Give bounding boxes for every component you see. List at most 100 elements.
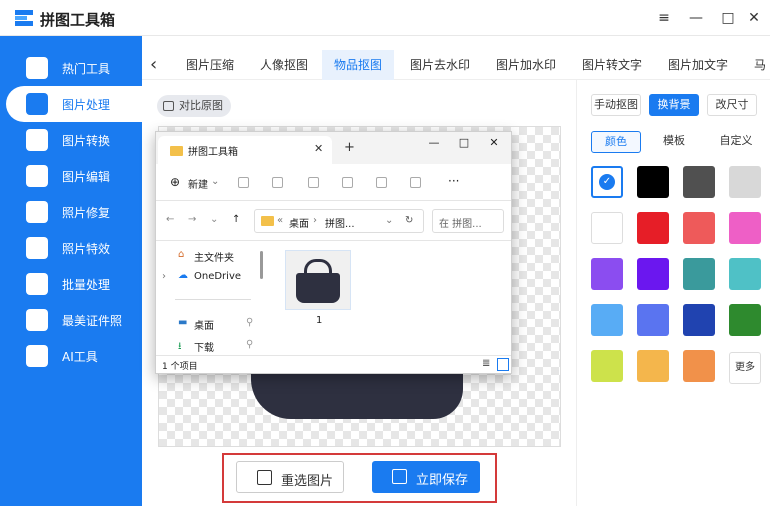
tab-add-text[interactable]: 图片加文字 (668, 56, 728, 73)
new-button[interactable]: 新建 (188, 176, 208, 191)
image-edit-icon (26, 165, 48, 187)
color-swatch[interactable] (637, 166, 669, 198)
tab-add-watermark[interactable]: 图片加水印 (496, 56, 556, 73)
new-tab-icon[interactable]: + (344, 140, 355, 155)
sidebar-item-id-photo[interactable]: 最美证件照 (0, 302, 142, 338)
tab-object-cutout[interactable]: 物品抠图 (322, 50, 395, 80)
sidebar-item-photo-repair[interactable]: 照片修复 (0, 194, 142, 230)
refresh-icon[interactable]: ↻ (405, 215, 413, 226)
compare-label: 对比原图 (179, 99, 223, 112)
rename-icon[interactable] (342, 177, 353, 188)
tab-overflow[interactable]: 马 (754, 56, 766, 73)
paste-icon[interactable] (308, 177, 319, 188)
sidebar-item-hot-tools[interactable]: 热门工具 (0, 50, 142, 86)
compare-original-button[interactable]: 对比原图 (157, 95, 231, 117)
subtab-color[interactable]: 颜色 (591, 131, 641, 153)
color-swatch[interactable] (591, 350, 623, 382)
search-field[interactable]: 在 拼图... (432, 209, 504, 233)
color-swatch[interactable] (591, 304, 623, 336)
color-swatch[interactable] (683, 350, 715, 382)
new-plus-icon[interactable]: ⊕ (170, 175, 180, 189)
reselect-image-button[interactable]: 重选图片 (236, 461, 344, 493)
more-options-icon[interactable]: ··· (448, 174, 459, 188)
address-overflow-icon[interactable]: « (277, 215, 283, 226)
photo-effect-icon (26, 237, 48, 259)
minimize-button[interactable]: — (686, 8, 706, 28)
close-button[interactable]: ✕ (744, 8, 764, 28)
more-colors-button[interactable]: 更多 (729, 352, 761, 384)
menu-button[interactable]: ≡ (654, 8, 674, 28)
tab-image-to-text[interactable]: 图片转文字 (582, 56, 642, 73)
file-thumbnail[interactable] (285, 250, 351, 310)
mode-manual-cutout[interactable]: 手动抠图 (591, 94, 641, 116)
compare-icon (163, 101, 174, 111)
address-dropdown-icon[interactable]: ⌄ (385, 215, 393, 226)
cut-icon[interactable] (238, 177, 249, 188)
file-name[interactable]: 1 (316, 315, 322, 326)
sidebar-item-label: 照片特效 (62, 242, 111, 256)
color-swatch[interactable] (729, 212, 761, 244)
expand-chevron-icon[interactable]: › (162, 271, 166, 282)
explorer-close-button[interactable]: ✕ (484, 136, 504, 152)
save-now-button[interactable]: 立即保存 (372, 461, 480, 493)
breadcrumb-separator-icon: › (313, 215, 317, 226)
explorer-maximize-button[interactable]: □ (454, 136, 474, 152)
color-swatch[interactable] (637, 350, 669, 382)
back-arrow-icon[interactable]: ← (166, 214, 174, 225)
nav-item-downloads[interactable]: 下载 (194, 339, 214, 354)
delete-icon[interactable] (410, 177, 421, 188)
new-dropdown-icon[interactable]: ⌄ (211, 176, 219, 187)
sidebar-item-photo-effect[interactable]: 照片特效 (0, 230, 142, 266)
search-placeholder: 在 拼图... (439, 219, 482, 230)
color-swatch[interactable] (683, 212, 715, 244)
tab-remove-watermark[interactable]: 图片去水印 (410, 56, 470, 73)
thumbnail-view-icon[interactable] (497, 358, 509, 371)
tab-image-compress[interactable]: 图片压缩 (186, 56, 234, 73)
mode-resize[interactable]: 改尺寸 (707, 94, 757, 116)
app-logo-icon (15, 10, 33, 26)
sidebar-item-label: AI工具 (62, 350, 98, 364)
explorer-minimize-button[interactable]: — (424, 136, 444, 152)
color-swatch[interactable] (729, 166, 761, 198)
subtab-template[interactable]: 模板 (649, 131, 699, 153)
copy-icon[interactable] (272, 177, 283, 188)
details-view-icon[interactable]: ≣ (482, 358, 490, 369)
maximize-button[interactable]: □ (718, 8, 738, 28)
color-swatch[interactable] (637, 212, 669, 244)
close-tab-icon[interactable]: ✕ (314, 142, 323, 155)
tab-portrait-cutout[interactable]: 人像抠图 (260, 56, 308, 73)
color-swatch[interactable] (729, 258, 761, 290)
subtab-custom[interactable]: 自定义 (711, 131, 761, 153)
sidebar-item-image-convert[interactable]: 图片转换 (0, 122, 142, 158)
mode-change-background[interactable]: 换背景 (649, 94, 699, 116)
recent-dropdown-icon[interactable]: ⌄ (210, 214, 218, 225)
nav-item-home[interactable]: 主文件夹 (194, 249, 234, 264)
color-swatch[interactable] (729, 304, 761, 336)
color-swatch[interactable] (683, 258, 715, 290)
nav-scrollbar[interactable] (260, 251, 263, 279)
breadcrumb-desktop[interactable]: 桌面 (289, 215, 309, 230)
nav-item-onedrive[interactable]: OneDrive (194, 271, 241, 282)
up-arrow-icon[interactable]: ↑ (232, 214, 240, 225)
explorer-tab[interactable]: 拼图工具箱 ✕ (158, 136, 332, 164)
forward-arrow-icon[interactable]: → (188, 214, 196, 225)
sidebar-item-image-edit[interactable]: 图片编辑 (0, 158, 142, 194)
color-swatch[interactable] (683, 166, 715, 198)
home-icon: ⌂ (178, 249, 185, 260)
sidebar-item-batch[interactable]: 批量处理 (0, 266, 142, 302)
color-swatch[interactable] (683, 304, 715, 336)
color-swatch-selected[interactable]: ✓ (591, 166, 623, 198)
breadcrumb-folder[interactable]: 拼图... (325, 215, 355, 230)
sidebar-item-ai[interactable]: AI工具 (0, 338, 142, 374)
sidebar-item-image-process[interactable]: 图片处理 (6, 86, 142, 122)
nav-item-desktop[interactable]: 桌面 (194, 317, 214, 332)
bag-thumbnail-icon (296, 273, 340, 303)
share-icon[interactable] (376, 177, 387, 188)
color-swatch[interactable] (591, 258, 623, 290)
color-swatch[interactable] (637, 258, 669, 290)
address-bar[interactable]: « 桌面 › 拼图... ⌄ ↻ (254, 209, 424, 233)
image-convert-icon (26, 129, 48, 151)
color-swatch[interactable] (637, 304, 669, 336)
color-swatch[interactable] (591, 212, 623, 244)
desktop-icon: ▬ (178, 317, 188, 328)
